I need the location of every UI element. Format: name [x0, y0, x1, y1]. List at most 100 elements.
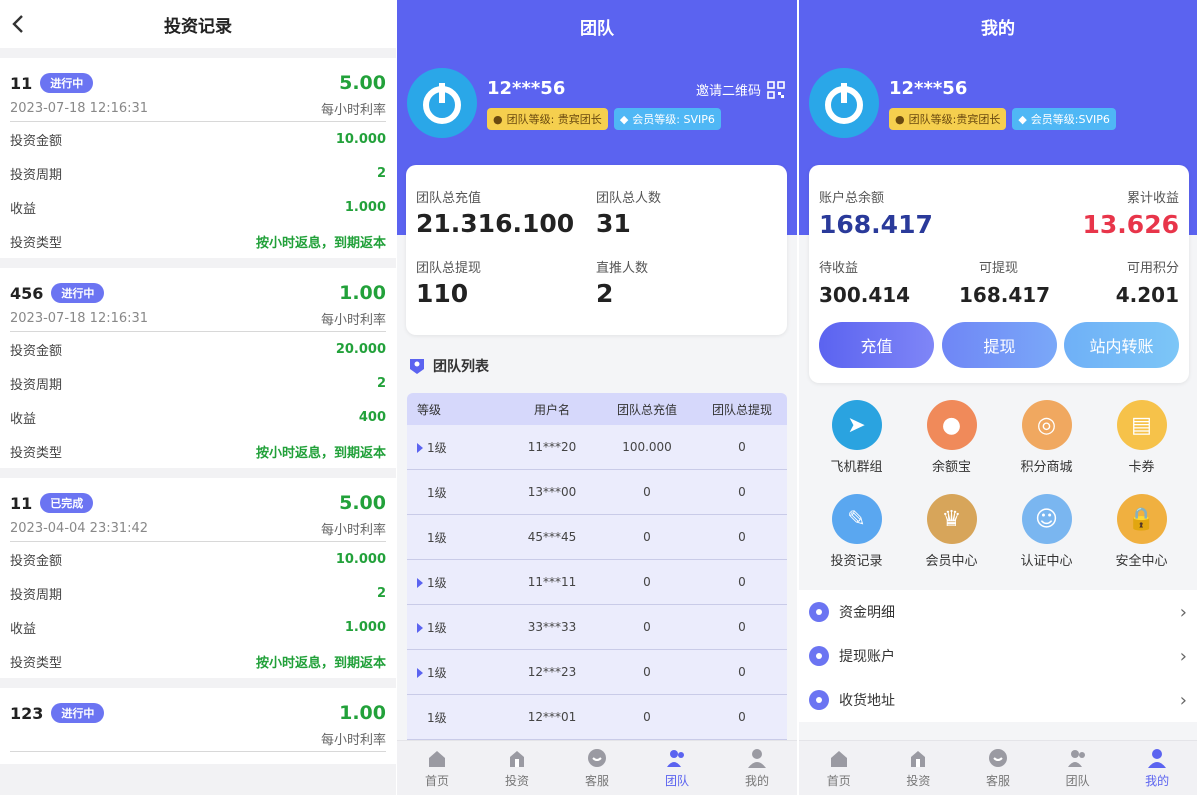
tab-home[interactable]: 首页 — [799, 741, 879, 795]
member-level-badge: ◆ 会员等级: SVIP6 — [613, 108, 721, 130]
menu-item-funds[interactable]: 资金明细 › — [799, 590, 1197, 634]
cell-recharge: 0 — [643, 665, 651, 679]
page-title: 投资记录 — [164, 16, 232, 37]
tab-service[interactable]: 客服 — [557, 741, 637, 795]
rate-label: 每小时利率 — [320, 733, 386, 748]
field-value: 10.000 — [335, 551, 386, 567]
field-label: 收益 — [10, 201, 37, 217]
withdraw-button[interactable]: 提现 — [942, 322, 1057, 368]
grid-item-coupon[interactable]: ▤ 卡券 — [1094, 400, 1189, 484]
grid-item-record[interactable]: ✎ 投资记录 — [809, 494, 904, 578]
invest-icon — [911, 751, 926, 767]
tab-invest[interactable]: 投资 — [879, 741, 959, 795]
cell-level: 1级 — [427, 575, 447, 590]
field-label: 投资类型 — [10, 445, 63, 461]
menu-item-location[interactable]: 收货地址 › — [799, 678, 1197, 722]
users-icon: ● — [493, 112, 503, 126]
cell-level: 1级 — [427, 620, 447, 635]
stat-label: 团队总充值 — [416, 191, 482, 206]
cell-level: 1级 — [427, 485, 447, 500]
cell-withdraw: 0 — [738, 710, 746, 724]
tab-team[interactable]: 团队 — [1038, 741, 1118, 795]
field-label: 投资周期 — [10, 587, 63, 603]
table-row[interactable]: 1级 11***20 100.000 0 — [407, 425, 787, 470]
expand-triangle-icon[interactable] — [417, 623, 423, 633]
transfer-button[interactable]: 站内转账 — [1064, 322, 1179, 368]
table-row[interactable]: 1级 12***23 0 0 — [407, 650, 787, 695]
table-row[interactable]: 1级 33***33 0 0 — [407, 605, 787, 650]
record-rate: 1.00 — [339, 282, 386, 304]
field-label: 投资金额 — [10, 343, 63, 359]
cell-user: 12***23 — [527, 665, 577, 679]
grid-item-verify[interactable]: ☺ 认证中心 — [999, 494, 1094, 578]
cell-level: 1级 — [427, 440, 447, 455]
cell-user: 13***00 — [527, 485, 577, 499]
record-id: 456 — [10, 283, 44, 303]
profile-icon — [1148, 749, 1167, 768]
status-badge: 进行中 — [40, 73, 94, 93]
grid-label: 卡券 — [1128, 460, 1155, 475]
field-value: 20.000 — [335, 341, 386, 357]
table-row[interactable]: 1级 13***00 0 0 — [407, 470, 787, 515]
invite-qr-button[interactable]: 邀请二维码 — [696, 80, 785, 99]
points-value: 4.201 — [1115, 283, 1179, 307]
tab-label: 客服 — [985, 774, 1010, 788]
cell-user: 45***45 — [527, 530, 577, 544]
verify-icon: ☺ — [1021, 494, 1072, 544]
field-label: 投资周期 — [10, 167, 63, 183]
cell-user: 11***11 — [527, 575, 577, 589]
invite-label: 邀请二维码 — [695, 84, 761, 99]
field-label: 投资周期 — [10, 377, 63, 393]
profile-icon — [748, 749, 766, 768]
home-icon — [830, 751, 847, 767]
field-value: 按小时返息，到期返本 — [255, 235, 386, 251]
record-rate: 5.00 — [339, 72, 386, 94]
recharge-button[interactable]: 充值 — [819, 322, 934, 368]
balance-label: 账户总余额 — [819, 191, 885, 206]
rate-label: 每小时利率 — [320, 313, 386, 328]
grid-item-telegram[interactable]: ➤ 飞机群组 — [809, 400, 904, 484]
pending-label: 待收益 — [819, 261, 859, 276]
record-card: 456 进行中 1.00 2023-07-18 12:16:31 每小时利率 投资金额 20… — [0, 268, 396, 468]
stat-value: 2 — [596, 279, 614, 308]
tab-label: 投资 — [906, 774, 931, 788]
tab-service[interactable]: 客服 — [958, 741, 1038, 795]
table-row[interactable]: 1级 11***11 0 0 — [407, 560, 787, 605]
grid-label: 投资记录 — [830, 554, 883, 569]
tab-label: 团队 — [1065, 774, 1090, 788]
tab-profile[interactable]: 我的 — [1117, 741, 1197, 795]
record-card: 11 进行中 5.00 2023-07-18 12:16:31 每小时利率 投资金额 10.… — [0, 58, 396, 258]
tab-profile[interactable]: 我的 — [717, 741, 797, 795]
team-screen: 团队 12***56 邀请二维码 ● 团队等级: 贵宾团长 ◆ 会员等级: SVIP… — [397, 0, 797, 795]
expand-triangle-icon[interactable] — [417, 668, 423, 678]
tab-home[interactable]: 首页 — [397, 741, 477, 795]
expand-triangle-icon[interactable] — [417, 443, 423, 453]
grid-label: 飞机群组 — [830, 460, 883, 475]
expand-triangle-icon[interactable] — [417, 578, 423, 588]
users-icon: ● — [895, 112, 905, 126]
table-row[interactable]: 1级 12***01 0 0 — [407, 695, 787, 740]
status-badge: 已完成 — [40, 493, 94, 513]
field-value: 2 — [376, 375, 386, 391]
location-icon — [809, 690, 829, 710]
field-label: 收益 — [10, 411, 37, 427]
menu-item-card[interactable]: 提现账户 › — [799, 634, 1197, 678]
avatar — [407, 68, 477, 138]
tab-team[interactable]: 团队 — [637, 741, 717, 795]
grid-item-coins[interactable]: ◎ 积分商城 — [999, 400, 1094, 484]
tab-invest[interactable]: 投资 — [477, 741, 557, 795]
back-arrow-icon[interactable] — [8, 12, 30, 36]
piggy-bank-icon: ● — [926, 400, 977, 450]
records-header: 投资记录 — [0, 0, 396, 48]
records-list: 11 进行中 5.00 2023-07-18 12:16:31 每小时利率 投资金额 10.… — [0, 58, 396, 764]
cell-recharge: 0 — [643, 710, 651, 724]
grid-item-lock[interactable]: 🔒 安全中心 — [1094, 494, 1189, 578]
balance-card: 账户总余额 168.417 累计收益 13.626 待收益 300.414 可提… — [809, 165, 1189, 383]
grid-item-piggy-bank[interactable]: ● 余额宝 — [904, 400, 999, 484]
member-level-text: 会员等级: SVIP6 — [632, 113, 715, 126]
grid-item-vip[interactable]: ♛ 会员中心 — [904, 494, 999, 578]
table-row[interactable]: 1级 45***45 0 0 — [407, 515, 787, 560]
record-icon: ✎ — [831, 494, 882, 544]
stat-label: 团队总人数 — [596, 191, 662, 206]
telegram-icon: ➤ — [831, 400, 882, 450]
